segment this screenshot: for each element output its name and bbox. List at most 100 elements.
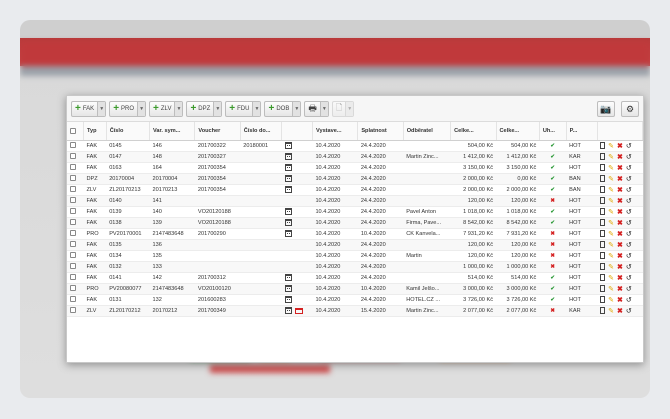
undo-icon[interactable]: ↺	[626, 307, 632, 315]
row-checkbox[interactable]	[67, 239, 84, 251]
pdf-document-icon[interactable]	[600, 296, 606, 303]
table-row[interactable]: FAK 0141 142 201700312 10.4.2020 24.4.2020 514…	[67, 272, 643, 284]
pdf-document-icon[interactable]	[600, 164, 606, 171]
row-checkbox[interactable]	[67, 173, 84, 185]
delete-icon[interactable]: ✖	[617, 296, 623, 304]
col-uhrazeno[interactable]: Uh...	[539, 122, 567, 141]
pdf-document-icon[interactable]	[600, 208, 606, 215]
camera-icon[interactable]: 📷	[597, 101, 615, 117]
delete-icon[interactable]: ✖	[617, 285, 623, 293]
table-row[interactable]: ZLV ZL20170213 20170213 201700354 10.4.2020 2…	[67, 184, 643, 196]
col-typ[interactable]: Typ	[83, 122, 107, 141]
col-cislo-dokladu[interactable]: Číslo do...	[240, 122, 283, 141]
col-var-symbol[interactable]: Var. sym...	[149, 122, 196, 141]
undo-icon[interactable]: ↺	[626, 241, 632, 249]
delete-icon[interactable]: ✖	[617, 208, 623, 216]
undo-icon[interactable]: ↺	[626, 219, 632, 227]
row-checkbox[interactable]	[67, 140, 84, 152]
undo-icon[interactable]: ↺	[626, 252, 632, 260]
table-row[interactable]: ZLV ZL20170212 20170212 201700349 10.4.2020 1…	[67, 305, 643, 317]
chevron-down-icon[interactable]: ▼	[174, 101, 183, 116]
undo-icon[interactable]: ↺	[626, 197, 632, 205]
calendar-icon[interactable]	[284, 285, 292, 292]
pdf-document-icon[interactable]	[600, 153, 606, 160]
row-checkbox[interactable]	[67, 184, 84, 196]
undo-icon[interactable]: ↺	[626, 296, 632, 304]
row-checkbox[interactable]	[67, 195, 84, 207]
calendar-icon[interactable]	[284, 230, 292, 237]
delete-icon[interactable]: ✖	[617, 307, 623, 315]
undo-icon[interactable]: ↺	[626, 164, 632, 172]
pdf-document-icon[interactable]	[600, 274, 606, 281]
add-dpz-button[interactable]: + DPZ ▼	[186, 100, 223, 117]
row-checkbox[interactable]	[67, 272, 84, 284]
chevron-down-icon[interactable]: ▼	[137, 101, 146, 116]
undo-icon[interactable]: ↺	[626, 186, 632, 194]
table-row[interactable]: FAK 0138 139 VO20120188 10.4.2020 24.4.2020 Fi…	[67, 217, 643, 229]
delete-icon[interactable]: ✖	[617, 197, 623, 205]
add-pro-button[interactable]: + PRO ▼	[109, 100, 147, 117]
pdf-document-icon[interactable]	[600, 285, 606, 292]
col-cislo[interactable]: Číslo	[106, 122, 151, 141]
col-platba[interactable]: P...	[566, 122, 598, 141]
calendar-icon[interactable]	[284, 186, 292, 193]
calendar-icon[interactable]	[284, 153, 292, 160]
pencil-icon[interactable]: ✎	[608, 263, 614, 271]
undo-icon[interactable]: ↺	[626, 208, 632, 216]
row-checkbox[interactable]	[67, 206, 84, 218]
undo-icon[interactable]: ↺	[626, 285, 632, 293]
table-row[interactable]: DPZ 20170004 20170004 201700354 10.4.2020 24.…	[67, 173, 643, 185]
calendar-icon[interactable]	[284, 164, 292, 171]
col-voucher[interactable]: Voucher	[194, 122, 241, 141]
table-row[interactable]: FAK 0163 164 201700354 10.4.2020 24.4.2020 3 1…	[67, 162, 643, 174]
pencil-icon[interactable]: ✎	[608, 208, 614, 216]
pencil-icon[interactable]: ✎	[608, 241, 614, 249]
table-row[interactable]: FAK 0132 133 10.4.2020 24.4.2020 1 000,00 Kč 1…	[67, 261, 643, 273]
pencil-icon[interactable]: ✎	[608, 175, 614, 183]
pencil-icon[interactable]: ✎	[608, 219, 614, 227]
chevron-down-icon[interactable]: ▼	[319, 101, 328, 116]
delete-icon[interactable]: ✖	[617, 219, 623, 227]
calendar-icon[interactable]	[284, 307, 292, 314]
pencil-icon[interactable]: ✎	[608, 197, 614, 205]
delete-icon[interactable]: ✖	[617, 164, 623, 172]
pdf-document-icon[interactable]	[600, 197, 606, 204]
calendar-icon[interactable]	[284, 208, 292, 215]
delete-icon[interactable]: ✖	[617, 186, 623, 194]
print-button[interactable]: 🖶 ▼	[304, 100, 329, 117]
undo-icon[interactable]: ↺	[626, 142, 632, 150]
pdf-button[interactable]: 🗋 ▼	[331, 100, 355, 117]
col-splatnost[interactable]: Splatnost	[357, 122, 404, 141]
chevron-down-icon[interactable]: ▼	[213, 101, 222, 116]
add-dob-button[interactable]: + DOB ▼	[264, 100, 302, 117]
chevron-down-icon[interactable]: ▼	[292, 101, 301, 116]
pencil-icon[interactable]: ✎	[608, 252, 614, 260]
pencil-icon[interactable]: ✎	[608, 153, 614, 161]
calendar-icon[interactable]	[284, 296, 292, 303]
delete-icon[interactable]: ✖	[617, 175, 623, 183]
pdf-document-icon[interactable]	[600, 219, 606, 226]
calendar-icon[interactable]	[284, 219, 292, 226]
pdf-document-icon[interactable]	[600, 230, 606, 237]
pdf-document-icon[interactable]	[600, 186, 606, 193]
pencil-icon[interactable]: ✎	[608, 285, 614, 293]
undo-icon[interactable]: ↺	[626, 175, 632, 183]
table-row[interactable]: FAK 0139 140 VO20120188 10.4.2020 24.4.2020 Pa…	[67, 206, 643, 218]
pencil-icon[interactable]: ✎	[608, 164, 614, 172]
col-odberatel[interactable]: Odběratel	[403, 122, 452, 141]
pencil-icon[interactable]: ✎	[608, 274, 614, 282]
delete-icon[interactable]: ✖	[617, 252, 623, 260]
col-celkem-1[interactable]: Celke...	[450, 122, 497, 141]
delete-icon[interactable]: ✖	[617, 274, 623, 282]
undo-icon[interactable]: ↺	[626, 274, 632, 282]
pencil-icon[interactable]: ✎	[608, 142, 614, 150]
table-row[interactable]: FAK 0147 148 201700327 10.4.2020 24.4.2020 Mar…	[67, 151, 643, 163]
table-row[interactable]: PRO PV20080077 2147483648 VO20100120 10.4.20…	[67, 283, 643, 295]
add-fak-button[interactable]: + FAK ▼	[71, 100, 107, 117]
undo-icon[interactable]: ↺	[626, 153, 632, 161]
add-zlv-button[interactable]: + ZLV ▼	[149, 100, 184, 117]
gear-icon[interactable]: ⚙	[621, 101, 639, 117]
row-checkbox[interactable]	[67, 217, 84, 229]
undo-icon[interactable]: ↺	[626, 230, 632, 238]
pencil-icon[interactable]: ✎	[608, 307, 614, 315]
